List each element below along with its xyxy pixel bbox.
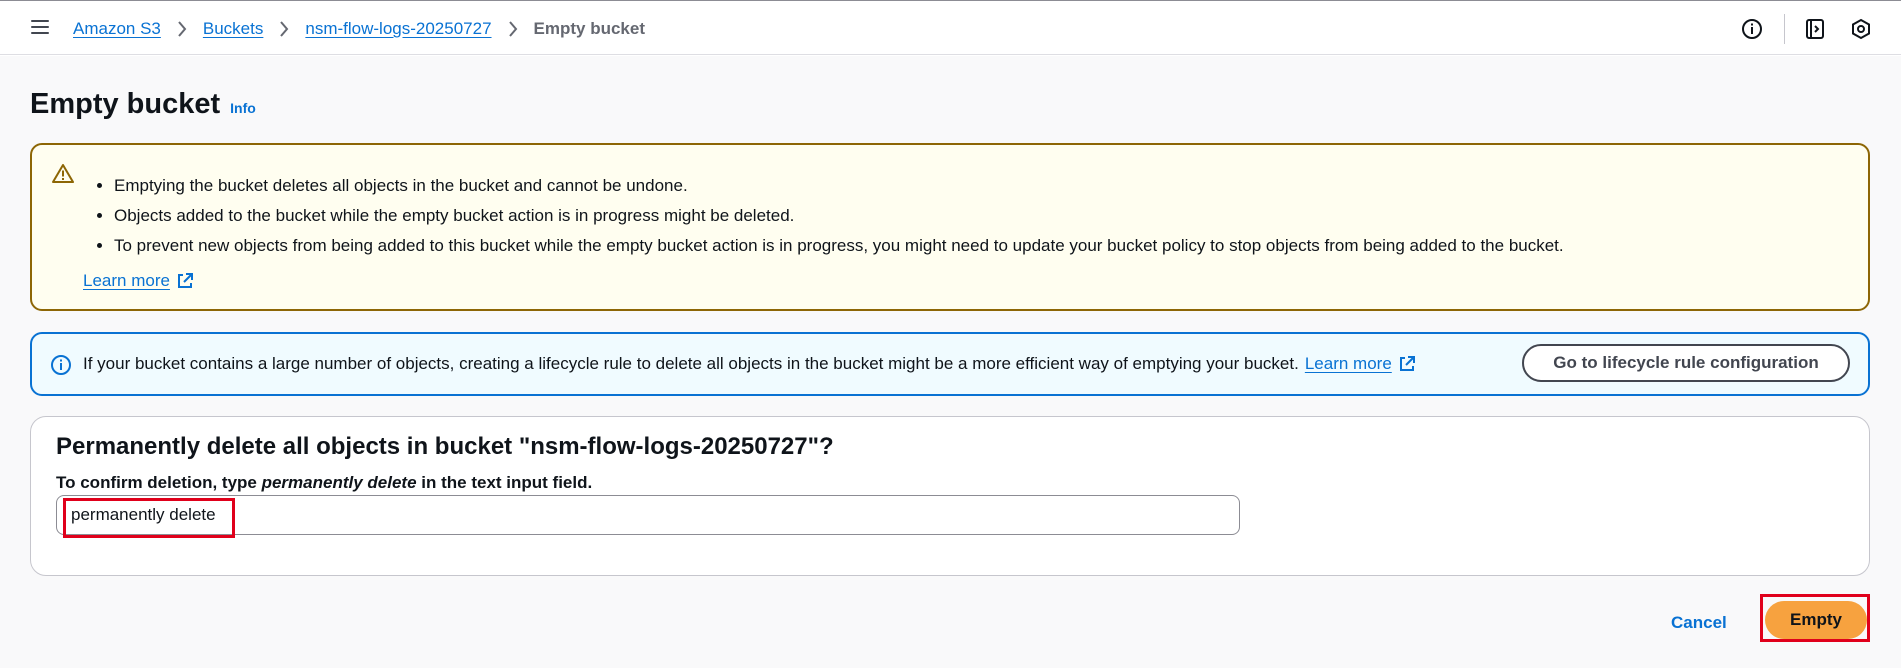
lifecycle-rule-button[interactable]: Go to lifecycle rule configuration [1522, 344, 1850, 382]
breadcrumb: Amazon S3 Buckets nsm-flow-logs-20250727… [73, 17, 645, 41]
warning-bullet: Emptying the bucket deletes all objects … [114, 171, 1564, 201]
empty-button[interactable]: Empty [1765, 601, 1867, 639]
external-link-icon [1398, 355, 1416, 373]
main-content: Empty bucket Info Emptying the bucket de… [0, 56, 1901, 668]
info-icon [50, 354, 72, 376]
info-text: If your bucket contains a large number o… [83, 354, 1299, 373]
chevron-right-icon [177, 17, 187, 41]
breadcrumb-buckets[interactable]: Buckets [203, 19, 263, 39]
info-message: If your bucket contains a large number o… [83, 354, 1416, 374]
cancel-button[interactable]: Cancel [1671, 613, 1727, 633]
info-alert: If your bucket contains a large number o… [30, 332, 1870, 396]
confirm-deletion-panel: Permanently delete all objects in bucket… [30, 416, 1870, 576]
top-navigation-bar: Amazon S3 Buckets nsm-flow-logs-20250727… [0, 0, 1901, 55]
breadcrumb-amazon-s3[interactable]: Amazon S3 [73, 19, 161, 39]
info-link[interactable]: Info [230, 100, 256, 116]
learn-more-label: Learn more [1304, 354, 1392, 373]
hamburger-menu-icon[interactable] [28, 17, 52, 41]
divider [1784, 14, 1785, 44]
page-title: Empty bucket [30, 88, 221, 120]
page-header: Empty bucket Info [30, 88, 256, 121]
warning-icon [52, 163, 74, 185]
side-panel-icon[interactable] [1801, 15, 1829, 43]
info-learn-more-link[interactable]: Learn more [1305, 354, 1416, 374]
confirm-label-prefix: To confirm deletion, type [56, 473, 262, 492]
chevron-right-icon [508, 17, 518, 41]
warning-list: Emptying the bucket deletes all objects … [92, 171, 1564, 261]
header-tools [1738, 14, 1875, 44]
breadcrumb-bucket-name[interactable]: nsm-flow-logs-20250727 [305, 19, 491, 39]
confirm-text-input[interactable] [56, 495, 1240, 535]
confirm-label: To confirm deletion, type permanently de… [56, 473, 592, 493]
warning-bullet: Objects added to the bucket while the em… [114, 201, 1564, 231]
settings-hex-icon[interactable] [1847, 15, 1875, 43]
learn-more-label: Learn more [83, 271, 170, 290]
external-link-icon [176, 272, 194, 290]
confirm-label-emphasis: permanently delete [261, 473, 417, 492]
breadcrumb-current: Empty bucket [533, 19, 646, 38]
info-circle-icon[interactable] [1738, 15, 1766, 43]
chevron-right-icon [279, 17, 289, 41]
warning-alert: Emptying the bucket deletes all objects … [30, 143, 1870, 311]
confirm-label-suffix: in the text input field. [416, 473, 593, 492]
confirm-heading: Permanently delete all objects in bucket… [56, 433, 834, 460]
warning-bullet: To prevent new objects from being added … [114, 231, 1564, 261]
warning-learn-more-link[interactable]: Learn more [83, 271, 194, 291]
